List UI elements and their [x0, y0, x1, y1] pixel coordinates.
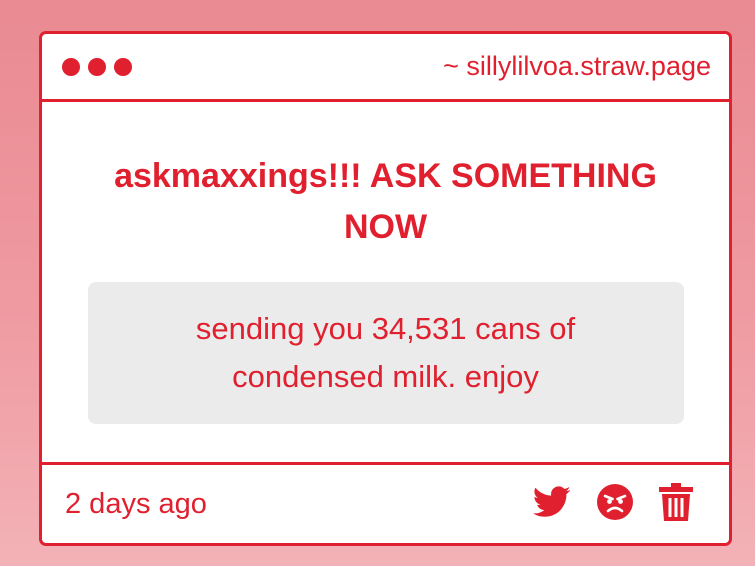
card-footer: 2 days ago	[42, 465, 729, 543]
message-box: sending you 34,531 cans of condensed mil…	[87, 282, 684, 424]
timestamp: 2 days ago	[65, 487, 207, 520]
twitter-icon	[533, 485, 571, 517]
window-titlebar: ~ sillylilvoa.straw.page	[42, 34, 729, 102]
angry-face-icon	[597, 483, 633, 520]
react-button[interactable]	[597, 483, 633, 525]
ask-card: ~ sillylilvoa.straw.page askmaxxings!!! …	[39, 31, 732, 546]
delete-button[interactable]	[659, 482, 693, 526]
prompt-title: askmaxxings!!! ASK SOMETHING NOW	[114, 157, 657, 246]
trash-icon	[659, 482, 693, 521]
window-dot	[114, 57, 132, 76]
message-text: sending you 34,531 cans of condensed mil…	[195, 311, 576, 394]
window-dot	[62, 57, 80, 76]
page-url[interactable]: ~ sillylilvoa.straw.page	[443, 51, 711, 82]
window-dots	[62, 57, 132, 76]
window-dot	[88, 57, 106, 76]
action-buttons	[533, 482, 693, 526]
twitter-share-button[interactable]	[533, 485, 571, 523]
question-content: askmaxxings!!! ASK SOMETHING NOW sending…	[42, 102, 729, 465]
